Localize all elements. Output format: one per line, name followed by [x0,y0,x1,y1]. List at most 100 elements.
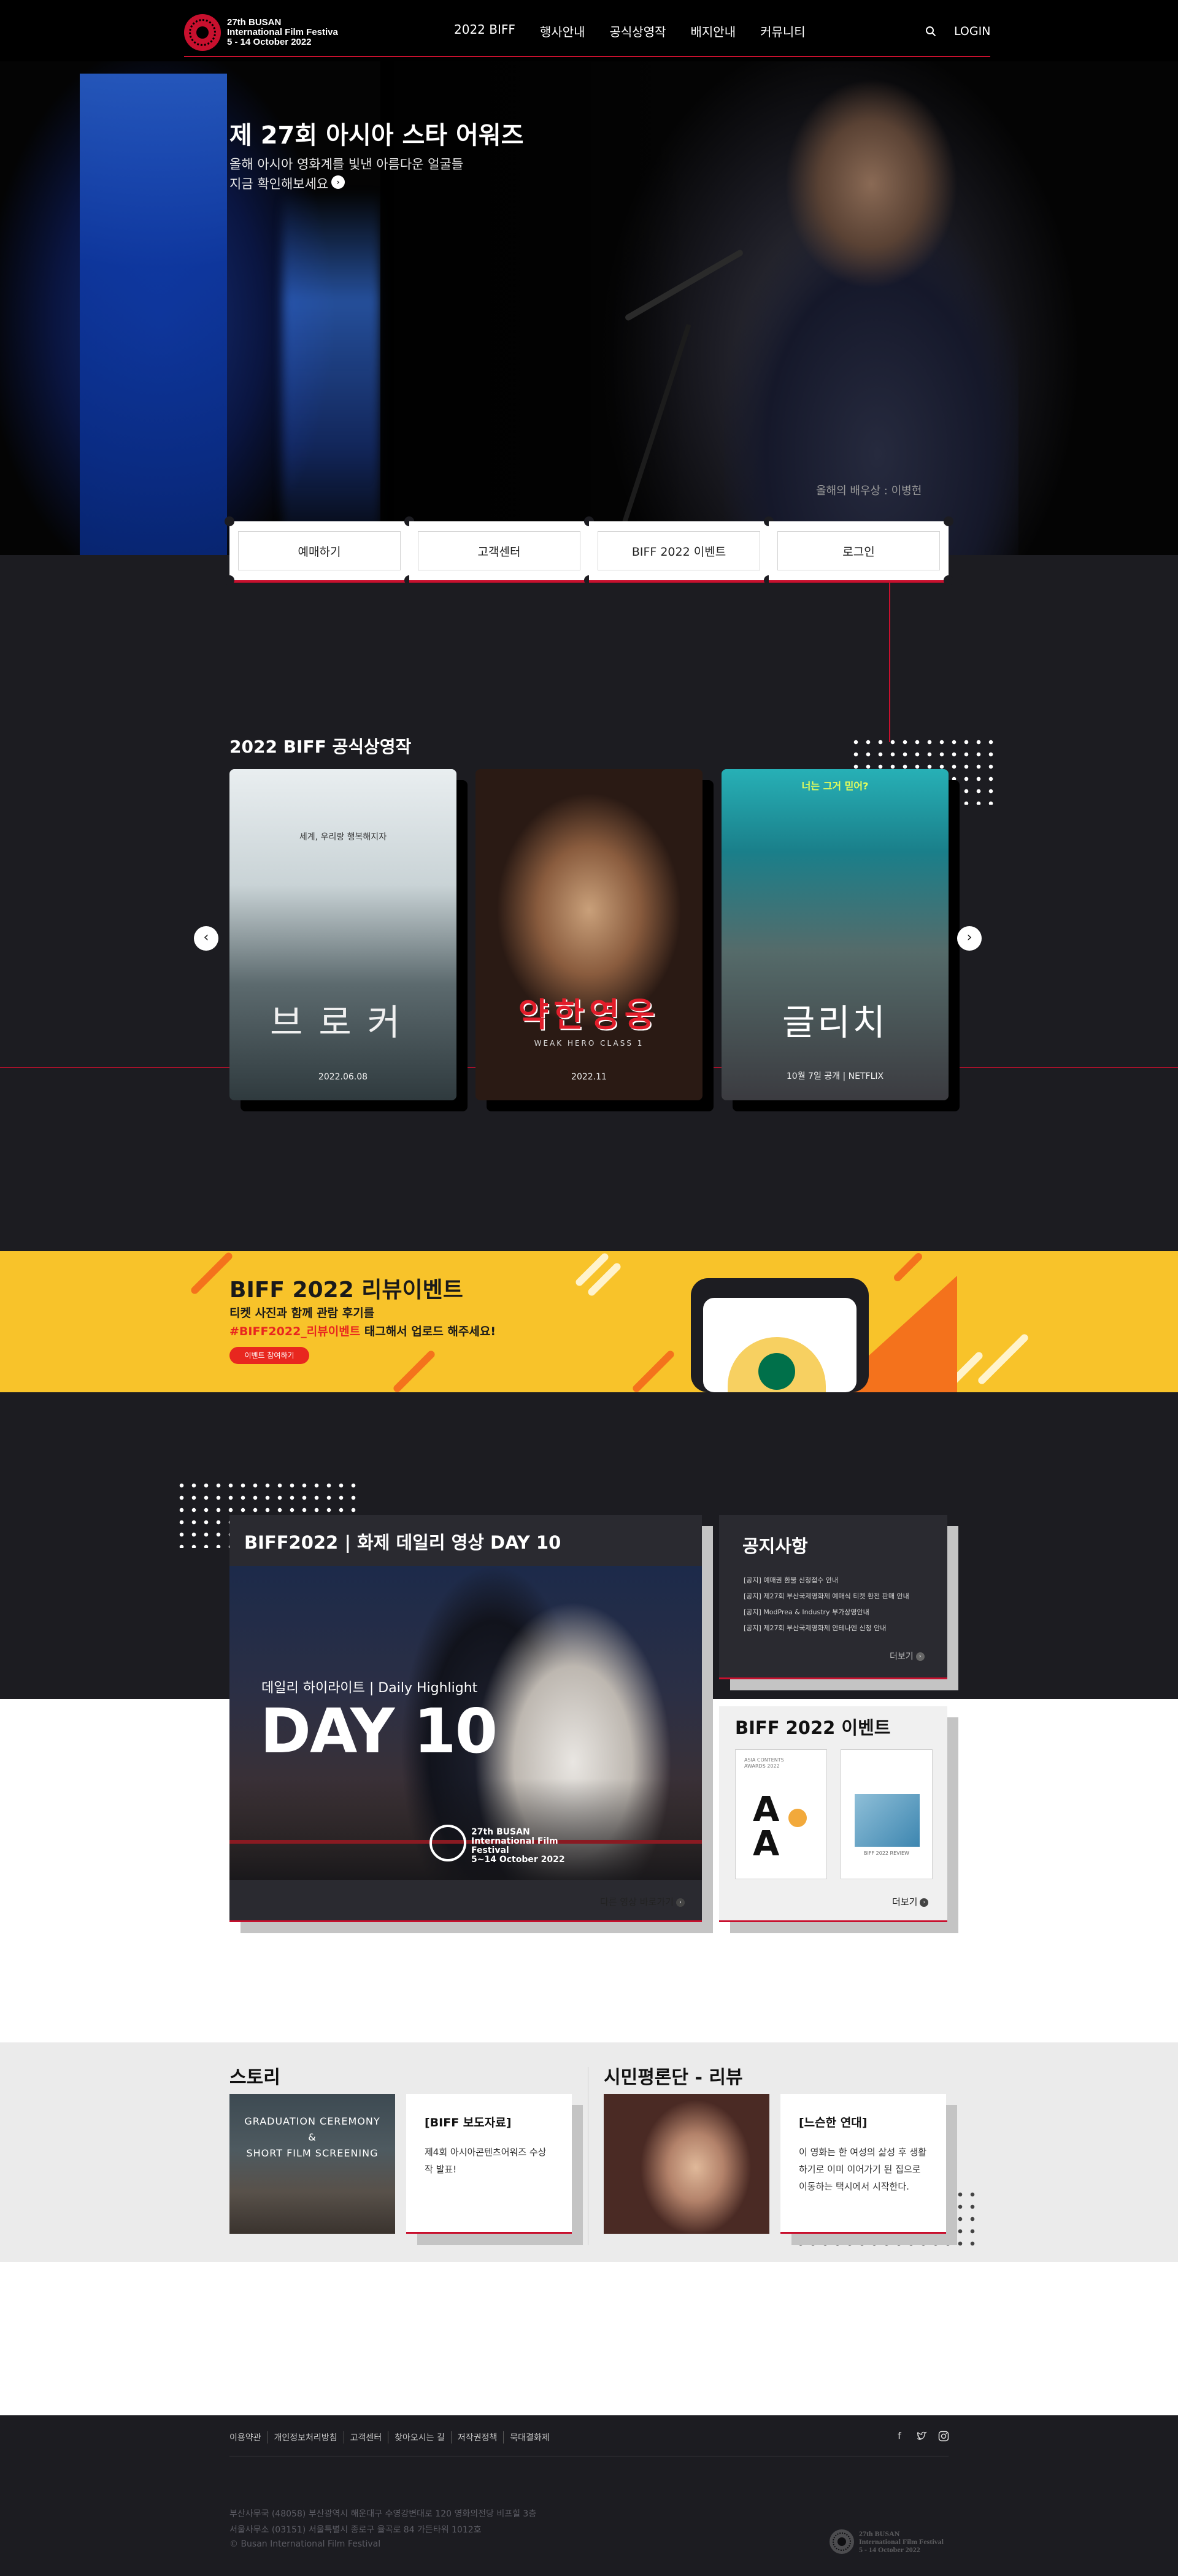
story-image-line2: & [308,2131,317,2143]
review-card-title: [느슨한 연대] [799,2116,868,2129]
login-link[interactable]: LOGIN [954,25,990,38]
more-videos-label: 다른 영상 바로가기 [600,1896,674,1907]
notice-more-label: 더보기 [890,1652,914,1662]
quick-link-booking[interactable]: 예매하기 [225,516,414,585]
footer-logo-text: 27th BUSAN International Film Festival 5… [859,2529,944,2554]
event-thumbnail[interactable]: ASIA CONTENTS AWARDS 2022 AA [735,1749,827,1879]
review-event-banner[interactable] [0,1251,1178,1392]
poster-title: 글리치 [782,1002,888,1043]
decorative-stripe [391,1349,437,1392]
event-thumb-image [855,1794,920,1847]
nav-event-info[interactable]: 행사안내 [540,22,585,40]
story-card-title: [BIFF 보도자료] [425,2116,512,2129]
quick-link-customer-center[interactable]: 고객센터 [409,516,594,585]
video-highlight-label: 데일리 하이라이트 | Daily Highlight [261,1681,478,1696]
film-poster: WEAK HERO CLASS 1 약한영웅 2022.11 [475,769,703,1100]
carousel-prev-button[interactable]: ‹ [194,926,218,951]
footer-link-terms[interactable]: 이용약관 [229,2431,268,2444]
nav-2022-biff[interactable]: 2022 BIFF [454,22,515,40]
review-image[interactable] [604,2094,769,2234]
logo-text: 27th BUSAN International Film Festiva 5 … [227,18,338,47]
notice-more-link[interactable]: 더보기 › [890,1650,925,1662]
arrow-right-icon: › [915,1652,925,1661]
footer-links: 이용약관 개인정보처리방침 고객센터 찾아오시는 길 저작권정책 묵대결화제 [229,2431,556,2444]
instagram-icon[interactable] [937,2430,950,2442]
film-poster-card[interactable]: 너는 그거 믿어? 글리치 10월 7일 공개 | NETFLIX [722,769,960,1111]
site-header: 27th BUSAN International Film Festiva 5 … [0,0,1178,61]
quick-link-label: 고객센터 [477,545,521,559]
story-image-text: GRADUATION CEREMONY & SHORT FILM SCREENI… [229,2114,395,2161]
banner-line2-text: 태그해서 업로드 해주세요! [360,1325,496,1338]
film-poster-card[interactable]: WEAK HERO CLASS 1 약한영웅 2022.11 [475,769,714,1111]
film-poster-card[interactable]: 세계, 우리랑 행복해지자 브로커 2022.06.08 [229,769,468,1111]
quick-link-event[interactable]: BIFF 2022 이벤트 [589,516,774,585]
hero-subtitle-line2: 지금 확인해보세요 [229,177,329,191]
notice-item[interactable]: [공지] ModPrea & Industry 부가상영안내 [744,1607,928,1617]
review-card[interactable]: [느슨한 연대] 이 영화는 한 여성의 삶성 후 생활하기로 이미 이어가기 … [780,2094,946,2234]
notice-item[interactable]: [공지] 제27회 부산국제영화제 예매식 티켓 환전 판매 안내 [744,1591,928,1601]
social-links: f [893,2430,950,2442]
footer-link-support[interactable]: 고객센터 [343,2431,388,2444]
notice-item[interactable]: [공지] 제27회 부산국제영화제 안테나엔 신청 안내 [744,1623,928,1633]
nav-official-selection[interactable]: 공식상영작 [610,22,666,40]
story-card-body: 제4회 아시아콘텐츠어워즈 수상작 발표! [425,2147,547,2175]
aca-logo-icon: AA [753,1790,780,1864]
logo-line3: 5 - 14 October 2022 [227,37,312,47]
film-poster: 너는 그거 믿어? 글리치 10월 7일 공개 | NETFLIX [722,769,949,1100]
footer-link-copyright[interactable]: 저작권정책 [450,2431,503,2444]
footer-logo[interactable]: 27th BUSAN International Film Festival 5… [830,2529,944,2554]
ticket-notch [225,575,234,585]
nav-community[interactable]: 커뮤니티 [760,22,806,40]
event-join-button[interactable]: 이벤트 참여하기 [229,1347,309,1364]
footer-link-email[interactable]: 묵대결화제 [503,2431,555,2444]
event-thumb-text: ASIA CONTENTS AWARDS 2022 [744,1757,784,1769]
hero-subtitle-line1: 올해 아시아 영화계를 빛낸 아름다운 얼굴들 [229,157,464,172]
decorative-stripe [976,1332,1030,1386]
footer-link-directions[interactable]: 찾아오시는 길 [388,2431,451,2444]
hero-banner[interactable] [0,61,1178,555]
video-watermark: 27th BUSAN International Film Festival 5… [471,1828,569,1865]
ticket-notch [944,575,953,585]
film-poster: 세계, 우리랑 행복해지자 브로커 2022.06.08 [229,769,456,1100]
biff-emblem-icon [184,14,221,51]
site-footer [0,2415,1178,2576]
header-divider [184,56,990,57]
hero-subtitle: 올해 아시아 영화계를 빛낸 아름다운 얼굴들 지금 확인해보세요 [229,155,549,194]
video-watermark-line1: 27th BUSAN [471,1827,530,1837]
poster-tagline: WEAK HERO CLASS 1 [534,1039,644,1048]
decorative-dot [788,1809,807,1827]
decorative-red-line [889,583,890,742]
hero-caption: 올해의 배우상 : 이병헌 [816,485,922,497]
story-card[interactable]: [BIFF 보도자료] 제4회 아시아콘텐츠어워즈 수상작 발표! [406,2094,572,2234]
facebook-icon[interactable]: f [893,2430,906,2442]
quick-link-login[interactable]: 로그인 [769,516,953,585]
twitter-icon[interactable] [915,2430,928,2442]
review-title: 시민평론단 - 리뷰 [604,2067,743,2088]
arrow-right-icon: › [920,1898,929,1907]
footer-logo-line1: 27th BUSAN [859,2529,900,2538]
more-videos-link[interactable]: 다른 영상 바로가기 › [600,1895,685,1908]
decorative-stripe [631,1349,676,1392]
biff-logo[interactable]: 27th BUSAN International Film Festiva 5 … [184,13,356,52]
events-title: BIFF 2022 이벤트 [735,1717,891,1738]
ticket-notch [944,516,953,526]
official-films-title: 2022 BIFF 공식상영작 [229,737,412,757]
video-title: BIFF2022 | 화제 데일리 영상 DAY 10 [244,1532,561,1553]
quick-links: 예매하기 고객센터 BIFF 2022 이벤트 로그인 [225,516,953,585]
poster-title: 브로커 [269,1002,417,1043]
notice-item[interactable]: [공지] 예매권 환불 신청접수 안내 [744,1575,928,1585]
events-more-label: 더보기 [892,1896,918,1907]
nav-badge-info[interactable]: 배지안내 [691,22,736,40]
events-more-link[interactable]: 더보기 › [892,1895,929,1908]
decorative-stripe [189,1251,234,1296]
hero-arrow-icon[interactable]: › [331,175,345,189]
video-crowd-shade [229,1779,702,1880]
footer-link-privacy[interactable]: 개인정보처리방침 [267,2431,344,2444]
story-image-line3: SHORT FILM SCREENING [246,2147,379,2159]
banner-title: BIFF 2022 리뷰이벤트 [229,1278,463,1303]
event-thumbnail[interactable]: BIFF 2022 REVIEW [841,1749,933,1879]
quick-link-label: 로그인 [842,545,875,559]
footer-copyright: © Busan International Film Festival [229,2539,381,2549]
search-icon[interactable] [925,26,936,37]
carousel-next-button[interactable]: › [957,926,982,951]
